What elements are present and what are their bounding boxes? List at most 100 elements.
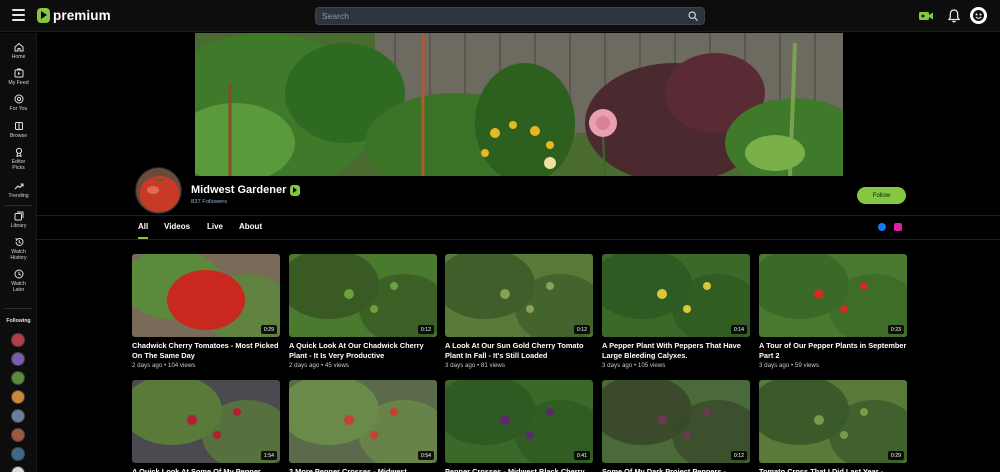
video-thumbnail[interactable]: 1:54 xyxy=(132,380,280,463)
thumbnail-image xyxy=(289,254,437,337)
video-duration: 0:29 xyxy=(260,325,277,334)
brand-name: premium xyxy=(53,8,111,23)
video-duration: 0:54 xyxy=(417,451,434,460)
video-thumbnail[interactable]: 0:29 xyxy=(759,380,907,463)
video-title[interactable]: A Quick Look At Our Chadwick Cherry Plan… xyxy=(289,341,437,360)
facebook-icon[interactable] xyxy=(878,223,886,231)
thumbnail-image xyxy=(759,254,907,337)
following-channel-avatar[interactable] xyxy=(11,390,25,404)
sidebar-item-label: History xyxy=(10,255,27,261)
following-channel-avatar[interactable] xyxy=(11,447,25,461)
following-channel-avatar[interactable] xyxy=(11,409,25,423)
video-thumbnail[interactable]: 0:12 xyxy=(602,380,750,463)
video-meta: 3 days ago • 59 views xyxy=(759,362,819,369)
video-title[interactable]: Chadwick Cherry Tomatoes - Most Picked O… xyxy=(132,341,280,360)
video-title[interactable]: A Tour of Our Pepper Plants in September… xyxy=(759,341,907,360)
instagram-icon[interactable] xyxy=(894,223,902,231)
trending-icon xyxy=(14,183,24,190)
following-channel-avatar[interactable] xyxy=(11,428,25,442)
video-title[interactable]: Tomato Cross That I Did Last Year - xyxy=(759,467,907,472)
video-meta: 2 days ago • 45 views xyxy=(289,362,349,369)
search-bar xyxy=(315,7,705,25)
video-duration: 0:12 xyxy=(573,325,590,334)
sidebar-item-library[interactable]: Library xyxy=(0,211,37,229)
sidebar-item-label: Trending xyxy=(8,193,29,199)
menu-icon[interactable] xyxy=(12,9,25,22)
sidebar-item-browse[interactable]: Browse xyxy=(0,121,37,139)
sidebar-item-label: For You xyxy=(9,106,28,112)
garden-banner-image xyxy=(195,33,843,176)
top-bar: premium xyxy=(0,0,1000,32)
follow-button[interactable]: Follow xyxy=(857,187,906,204)
video-title[interactable]: A Pepper Plant With Peppers That Have La… xyxy=(602,341,750,360)
sidebar-item-watch-history[interactable]: Watch History xyxy=(0,237,37,261)
sidebar-item-label: Home xyxy=(11,54,26,60)
sidebar-item-label: My Feed xyxy=(8,80,29,86)
video-title[interactable]: Some Of My Dark Project Peppers - xyxy=(602,467,750,472)
video-duration: 1:54 xyxy=(260,451,277,460)
video-thumbnail[interactable]: 0:29 xyxy=(132,254,280,337)
following-channel-avatar[interactable] xyxy=(11,466,25,472)
thumbnail-image xyxy=(602,380,750,463)
video-thumbnail[interactable]: 0:41 xyxy=(445,380,593,463)
video-thumbnail[interactable]: 0:23 xyxy=(759,254,907,337)
following-channel-avatar[interactable] xyxy=(11,371,25,385)
sidebar-item-watch-later[interactable]: Watch Later xyxy=(0,269,37,293)
sidebar-item-label: Picks xyxy=(12,165,25,171)
following-channel-avatar[interactable] xyxy=(11,333,25,347)
thumbnail-image xyxy=(445,380,593,463)
channel-name[interactable]: Midwest Gardener xyxy=(191,184,301,196)
sidebar-divider xyxy=(5,308,32,309)
following-heading: Following xyxy=(6,318,31,324)
thumbnail-image xyxy=(132,254,280,337)
home-icon xyxy=(14,42,23,52)
feed-icon xyxy=(14,68,23,78)
history-icon xyxy=(14,237,23,246)
video-meta: 3 days ago • 81 views xyxy=(445,362,505,369)
thumbnail-image xyxy=(289,380,437,463)
sidebar-item-home[interactable]: Home xyxy=(0,42,37,60)
tab-about[interactable]: About xyxy=(239,222,262,239)
video-title[interactable]: A Quick Look At Some Of My Pepper xyxy=(132,467,280,472)
clock-icon xyxy=(14,269,23,279)
sidebar-item-label: Browse xyxy=(9,133,28,139)
browse-icon xyxy=(14,122,23,130)
video-thumbnail[interactable]: 0:54 xyxy=(289,380,437,463)
brand-logo[interactable]: premium xyxy=(37,8,111,23)
go-live-camera-icon[interactable] xyxy=(918,8,934,24)
user-avatar[interactable] xyxy=(970,7,987,24)
verified-badge-icon xyxy=(290,184,301,196)
for-you-icon xyxy=(14,94,23,104)
search-input[interactable] xyxy=(322,8,682,24)
thumbnail-image xyxy=(759,380,907,463)
sidebar-item-label: Library xyxy=(10,223,27,229)
video-duration: 0:14 xyxy=(730,325,747,334)
video-meta: 2 days ago • 104 views xyxy=(132,362,196,369)
sidebar-item-my-feed[interactable]: My Feed xyxy=(0,68,37,86)
following-channel-avatar[interactable] xyxy=(11,352,25,366)
video-duration: 0:12 xyxy=(417,325,434,334)
tab-live[interactable]: Live xyxy=(207,222,223,239)
thumbnail-image xyxy=(445,254,593,337)
sidebar-item-label: Later xyxy=(12,287,25,293)
thumbnail-image xyxy=(602,254,750,337)
video-title[interactable]: A Look At Our Sun Gold Cherry Tomato Pla… xyxy=(445,341,593,360)
channel-name-text: Midwest Gardener xyxy=(191,184,287,196)
tab-all[interactable]: All xyxy=(138,222,149,239)
channel-avatar[interactable] xyxy=(135,167,182,214)
sidebar-item-for-you[interactable]: For You xyxy=(0,94,37,112)
notifications-bell-icon[interactable] xyxy=(946,8,962,24)
search-icon[interactable] xyxy=(688,11,698,21)
header-divider xyxy=(37,215,1000,216)
sidebar-item-editor-picks[interactable]: Editor Picks xyxy=(0,147,37,171)
video-title[interactable]: 2 More Pepper Crosses - Midwest xyxy=(289,467,437,472)
tab-videos[interactable]: Videos xyxy=(164,222,190,239)
video-thumbnail[interactable]: 0:12 xyxy=(445,254,593,337)
video-thumbnail[interactable]: 0:12 xyxy=(289,254,437,337)
follower-count: 837 Followers xyxy=(191,199,228,205)
sidebar-item-trending[interactable]: Trending xyxy=(0,181,37,199)
user-face-icon xyxy=(973,10,984,21)
video-thumbnail[interactable]: 0:14 xyxy=(602,254,750,337)
video-duration: 0:12 xyxy=(730,451,747,460)
video-title[interactable]: Pepper Crosses - Midwest Black Cherry xyxy=(445,467,593,472)
